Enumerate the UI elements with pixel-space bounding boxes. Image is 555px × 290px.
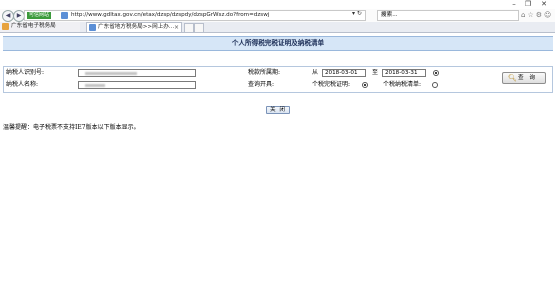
trusted-site-badge: 可信网站 bbox=[27, 12, 52, 19]
to-date-field[interactable]: 2018-03-31 bbox=[382, 69, 426, 77]
from-label: 从 bbox=[312, 69, 319, 76]
certificate-radio[interactable] bbox=[362, 82, 368, 88]
refresh-icon[interactable]: ▾ ↻ bbox=[352, 10, 362, 18]
taxpayer-id-label: 纳税人识别号: bbox=[6, 69, 45, 76]
page-title: 个人所得税完税证明及纳税清单 bbox=[3, 36, 553, 51]
site-favicon-icon bbox=[61, 12, 68, 19]
certificate-option-label: 个税完税证明: bbox=[312, 81, 351, 88]
query-button-label: 查 询 bbox=[518, 75, 537, 81]
tab-active[interactable]: 广东省地方税务局>>网上办... × bbox=[86, 22, 182, 32]
tax-period-label: 税款所属期: bbox=[248, 69, 281, 76]
address-field[interactable]: 可信网站 http://www.gdltax.gov.cn/etax/dzsp/… bbox=[24, 10, 366, 21]
new-tab-icon[interactable] bbox=[184, 23, 194, 33]
favorites-link[interactable]: 广东省电子税务局 bbox=[0, 22, 80, 32]
list-radio[interactable] bbox=[432, 82, 438, 88]
url-text: http://www.gdltax.gov.cn/etax/dzsp/dzspd… bbox=[71, 12, 270, 18]
address-bar-row: ◀ ▶ 可信网站 http://www.gdltax.gov.cn/etax/d… bbox=[0, 9, 555, 22]
window-titlebar: – ❐ ✕ bbox=[0, 0, 555, 8]
browser-toolbar-icons[interactable]: ⌂☆⚙☺ bbox=[521, 11, 553, 19]
to-label: 至 bbox=[372, 69, 379, 76]
open-type-label: 查询开具: bbox=[248, 81, 275, 88]
magnifier-icon: 🔍︎ bbox=[508, 74, 517, 82]
redacted-value bbox=[85, 84, 105, 87]
tab-favicon-icon bbox=[89, 24, 96, 31]
taxpayer-id-field[interactable] bbox=[78, 69, 196, 77]
page-icon[interactable] bbox=[194, 23, 204, 33]
taxpayer-name-field[interactable] bbox=[78, 81, 196, 89]
from-date-field[interactable]: 2018-03-01 bbox=[322, 69, 366, 77]
favorites-label: 广东省电子税务局 bbox=[11, 23, 56, 29]
close-button[interactable]: 关 闭 bbox=[266, 106, 290, 114]
notice-text: 温馨提醒：电子税票不支持IE7版本以下版本显示。 bbox=[3, 124, 140, 131]
minimize-icon[interactable]: – bbox=[508, 0, 520, 8]
favorite-icon bbox=[2, 23, 9, 30]
tab-bar: 广东省电子税务局 广东省地方税务局>>网上办... × bbox=[0, 22, 555, 33]
tab-label: 广东省地方税务局>>网上办... bbox=[98, 24, 175, 30]
tab-close-icon[interactable]: × bbox=[174, 23, 179, 32]
maximize-icon[interactable]: ❐ bbox=[522, 0, 534, 8]
search-icon[interactable]: ⌕ bbox=[381, 11, 516, 20]
search-input[interactable]: 搜索... ⌕ bbox=[377, 10, 519, 21]
redacted-value bbox=[85, 72, 137, 75]
period-radio[interactable] bbox=[433, 70, 439, 76]
list-option-label: 个税纳税清单: bbox=[383, 81, 422, 88]
close-window-icon[interactable]: ✕ bbox=[538, 0, 550, 8]
query-button[interactable]: 🔍︎ 查 询 bbox=[502, 72, 546, 84]
taxpayer-name-label: 纳税人名称: bbox=[6, 81, 39, 88]
